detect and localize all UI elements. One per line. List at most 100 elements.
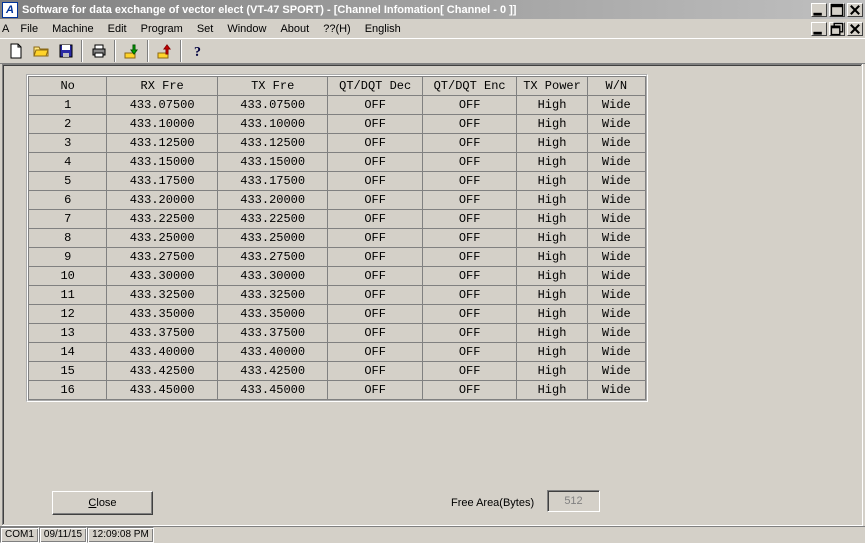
cell-wn[interactable]: Wide — [587, 248, 645, 267]
cell-no[interactable]: 9 — [29, 248, 107, 267]
table-row[interactable]: 12433.35000433.35000OFFOFFHighWide — [29, 305, 646, 324]
menu-english[interactable]: English — [358, 21, 408, 37]
cell-rx[interactable]: 433.07500 — [107, 96, 218, 115]
cell-pow[interactable]: High — [517, 210, 587, 229]
cell-pow[interactable]: High — [517, 362, 587, 381]
menu-set[interactable]: Set — [190, 21, 221, 37]
write-device-button[interactable] — [153, 40, 176, 62]
cell-wn[interactable]: Wide — [587, 229, 645, 248]
cell-tx[interactable]: 433.15000 — [217, 153, 328, 172]
channel-table[interactable]: No RX Fre TX Fre QT/DQT Dec QT/DQT Enc T… — [28, 76, 646, 400]
menu-file[interactable]: File — [13, 21, 45, 37]
cell-no[interactable]: 6 — [29, 191, 107, 210]
cell-no[interactable]: 16 — [29, 381, 107, 400]
cell-wn[interactable]: Wide — [587, 343, 645, 362]
cell-wn[interactable]: Wide — [587, 96, 645, 115]
cell-wn[interactable]: Wide — [587, 286, 645, 305]
table-row[interactable]: 3433.12500433.12500OFFOFFHighWide — [29, 134, 646, 153]
table-row[interactable]: 8433.25000433.25000OFFOFFHighWide — [29, 229, 646, 248]
table-row[interactable]: 15433.42500433.42500OFFOFFHighWide — [29, 362, 646, 381]
cell-enc[interactable]: OFF — [422, 343, 516, 362]
cell-wn[interactable]: Wide — [587, 305, 645, 324]
cell-tx[interactable]: 433.35000 — [217, 305, 328, 324]
cell-no[interactable]: 10 — [29, 267, 107, 286]
cell-rx[interactable]: 433.10000 — [107, 115, 218, 134]
cell-pow[interactable]: High — [517, 381, 587, 400]
cell-pow[interactable]: High — [517, 229, 587, 248]
cell-dec[interactable]: OFF — [328, 153, 422, 172]
table-row[interactable]: 7433.22500433.22500OFFOFFHighWide — [29, 210, 646, 229]
cell-tx[interactable]: 433.17500 — [217, 172, 328, 191]
cell-rx[interactable]: 433.37500 — [107, 324, 218, 343]
cell-pow[interactable]: High — [517, 134, 587, 153]
cell-rx[interactable]: 433.32500 — [107, 286, 218, 305]
cell-wn[interactable]: Wide — [587, 210, 645, 229]
cell-rx[interactable]: 433.20000 — [107, 191, 218, 210]
table-row[interactable]: 9433.27500433.27500OFFOFFHighWide — [29, 248, 646, 267]
cell-tx[interactable]: 433.22500 — [217, 210, 328, 229]
cell-tx[interactable]: 433.42500 — [217, 362, 328, 381]
cell-tx[interactable]: 433.30000 — [217, 267, 328, 286]
cell-no[interactable]: 7 — [29, 210, 107, 229]
cell-rx[interactable]: 433.15000 — [107, 153, 218, 172]
cell-rx[interactable]: 433.30000 — [107, 267, 218, 286]
cell-no[interactable]: 12 — [29, 305, 107, 324]
cell-no[interactable]: 11 — [29, 286, 107, 305]
cell-dec[interactable]: OFF — [328, 172, 422, 191]
menu-machine[interactable]: Machine — [45, 21, 101, 37]
cell-dec[interactable]: OFF — [328, 210, 422, 229]
print-button[interactable] — [87, 40, 110, 62]
table-row[interactable]: 6433.20000433.20000OFFOFFHighWide — [29, 191, 646, 210]
close-window-button[interactable] — [847, 3, 863, 17]
cell-wn[interactable]: Wide — [587, 134, 645, 153]
cell-wn[interactable]: Wide — [587, 267, 645, 286]
table-row[interactable]: 10433.30000433.30000OFFOFFHighWide — [29, 267, 646, 286]
cell-rx[interactable]: 433.35000 — [107, 305, 218, 324]
menu-about[interactable]: About — [273, 21, 316, 37]
cell-tx[interactable]: 433.37500 — [217, 324, 328, 343]
cell-tx[interactable]: 433.25000 — [217, 229, 328, 248]
cell-dec[interactable]: OFF — [328, 343, 422, 362]
cell-tx[interactable]: 433.10000 — [217, 115, 328, 134]
cell-pow[interactable]: High — [517, 324, 587, 343]
menu-edit[interactable]: Edit — [101, 21, 134, 37]
cell-enc[interactable]: OFF — [422, 172, 516, 191]
menu-unknown[interactable]: ??(H) — [316, 21, 358, 37]
cell-pow[interactable]: High — [517, 267, 587, 286]
cell-wn[interactable]: Wide — [587, 172, 645, 191]
cell-enc[interactable]: OFF — [422, 134, 516, 153]
cell-dec[interactable]: OFF — [328, 267, 422, 286]
cell-enc[interactable]: OFF — [422, 267, 516, 286]
cell-rx[interactable]: 433.17500 — [107, 172, 218, 191]
cell-dec[interactable]: OFF — [328, 362, 422, 381]
cell-enc[interactable]: OFF — [422, 210, 516, 229]
cell-rx[interactable]: 433.27500 — [107, 248, 218, 267]
cell-enc[interactable]: OFF — [422, 229, 516, 248]
cell-rx[interactable]: 433.40000 — [107, 343, 218, 362]
cell-tx[interactable]: 433.32500 — [217, 286, 328, 305]
cell-tx[interactable]: 433.40000 — [217, 343, 328, 362]
table-row[interactable]: 4433.15000433.15000OFFOFFHighWide — [29, 153, 646, 172]
cell-pow[interactable]: High — [517, 343, 587, 362]
cell-dec[interactable]: OFF — [328, 115, 422, 134]
cell-dec[interactable]: OFF — [328, 286, 422, 305]
cell-enc[interactable]: OFF — [422, 362, 516, 381]
menu-program[interactable]: Program — [134, 21, 190, 37]
table-row[interactable]: 11433.32500433.32500OFFOFFHighWide — [29, 286, 646, 305]
cell-tx[interactable]: 433.27500 — [217, 248, 328, 267]
cell-wn[interactable]: Wide — [587, 362, 645, 381]
cell-tx[interactable]: 433.20000 — [217, 191, 328, 210]
cell-enc[interactable]: OFF — [422, 115, 516, 134]
cell-wn[interactable]: Wide — [587, 153, 645, 172]
cell-pow[interactable]: High — [517, 286, 587, 305]
cell-no[interactable]: 3 — [29, 134, 107, 153]
child-close-button[interactable] — [847, 22, 863, 36]
cell-no[interactable]: 2 — [29, 115, 107, 134]
cell-enc[interactable]: OFF — [422, 324, 516, 343]
child-minimize-button[interactable] — [811, 22, 827, 36]
cell-dec[interactable]: OFF — [328, 229, 422, 248]
cell-enc[interactable]: OFF — [422, 248, 516, 267]
cell-tx[interactable]: 433.07500 — [217, 96, 328, 115]
cell-rx[interactable]: 433.42500 — [107, 362, 218, 381]
table-row[interactable]: 13433.37500433.37500OFFOFFHighWide — [29, 324, 646, 343]
